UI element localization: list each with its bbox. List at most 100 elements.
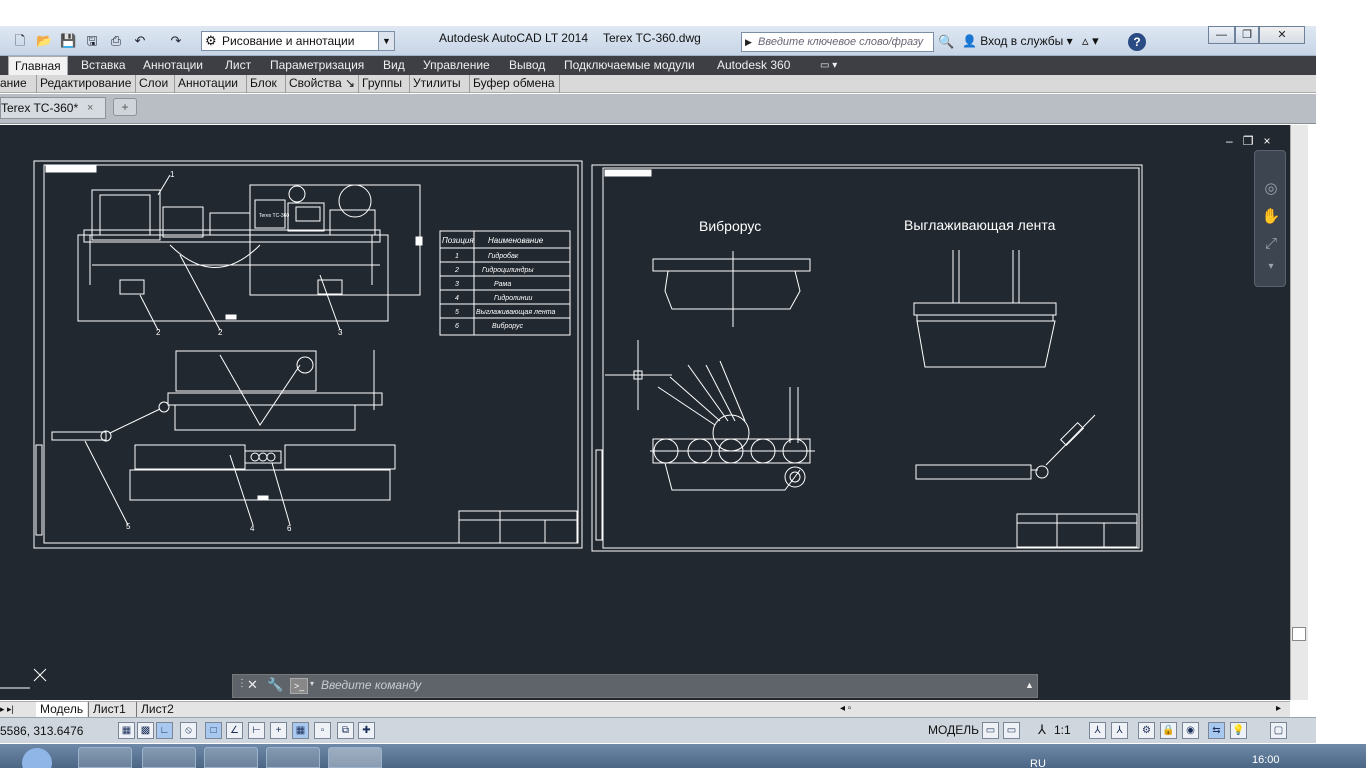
tab-output[interactable]: Вывод — [509, 56, 545, 75]
lineweight-icon[interactable]: ▦ — [292, 722, 309, 739]
clean-screen-icon[interactable]: ▢ — [1270, 722, 1287, 739]
taskbar-autocad[interactable] — [328, 747, 382, 768]
panel-utilities[interactable]: Утилиты — [409, 75, 461, 93]
search-input[interactable]: ▶ Введите ключевое слово/фразу — [741, 32, 934, 52]
save-icon[interactable]: 💾 — [60, 33, 76, 49]
otrack-icon[interactable]: ∠ — [226, 722, 243, 739]
clock[interactable]: 16:00 — [1252, 754, 1280, 766]
workspace-switch-icon[interactable]: ⚙ — [1138, 722, 1155, 739]
minimize-button[interactable]: — — [1208, 26, 1235, 44]
taskbar-explorer[interactable] — [78, 747, 132, 768]
tab-parametric[interactable]: Параметризация — [270, 56, 364, 75]
command-prompt-icon[interactable]: >_ — [290, 678, 308, 694]
open-file-icon[interactable]: 📂 — [36, 33, 52, 49]
new-tab-button[interactable]: + — [113, 98, 137, 116]
tab-layout[interactable]: Лист — [225, 56, 251, 75]
annotation-scale[interactable]: 1:1 — [1054, 723, 1071, 737]
isolate-objects-icon[interactable]: ⇆ — [1208, 722, 1225, 739]
tab-manage[interactable]: Управление — [423, 56, 490, 75]
quick-props-icon[interactable]: ⧉ — [337, 722, 354, 739]
tab-annotate[interactable]: Аннотации — [143, 56, 203, 75]
signin-label: Вход в службы — [980, 34, 1064, 48]
wrench-icon[interactable]: 🔧 — [267, 677, 283, 693]
tab-nav-arrows[interactable]: ▸ ▸| — [0, 702, 14, 717]
hscroll-right[interactable]: ▸ — [1276, 702, 1281, 717]
print-icon[interactable]: ⎙ — [108, 33, 124, 49]
chevron-down-icon[interactable]: ▼ — [378, 32, 394, 50]
chevron-down-icon[interactable]: ▾ — [310, 679, 314, 688]
ortho-icon[interactable]: ∟ — [156, 722, 173, 739]
lock-icon[interactable]: 🔒 — [1160, 722, 1177, 739]
viewport-controls: – ❐ × — [1226, 134, 1271, 148]
tab-sheet1[interactable]: Лист1 — [88, 702, 130, 717]
redo-icon[interactable]: ↷ — [168, 33, 184, 49]
quick-view-drawings-icon[interactable]: ▭ — [1003, 722, 1020, 739]
taskbar-yandex-browser[interactable] — [266, 747, 320, 768]
viewport-minimize[interactable]: – — [1226, 134, 1233, 148]
hardware-accel-icon[interactable]: ◉ — [1182, 722, 1199, 739]
panel-block[interactable]: Блок — [246, 75, 277, 93]
new-file-icon[interactable]: 🗋 — [12, 33, 28, 49]
panel-layers[interactable]: Слои — [135, 75, 168, 93]
file-tab[interactable]: Terex TC-360* × — [0, 97, 106, 119]
start-button[interactable] — [22, 748, 52, 768]
exchange-icon[interactable]: ▵ ▾ — [1082, 33, 1099, 49]
viewport-restore[interactable]: ❐ — [1243, 134, 1254, 148]
save-as-icon[interactable]: 🖫 — [84, 33, 100, 49]
chevron-down-icon[interactable]: ▾ — [1261, 261, 1281, 281]
grid-icon[interactable]: ▩ — [137, 722, 154, 739]
panel-groups[interactable]: Группы — [358, 75, 402, 93]
snap-icon[interactable]: ▦ — [118, 722, 135, 739]
drawing-canvas[interactable]: 1 2 2 3 5 4 6 Terex TC-360 Позиция Наиме… — [0, 125, 1290, 700]
scroll-thumb[interactable] — [1292, 627, 1306, 641]
command-input[interactable]: Введите команду — [321, 678, 421, 692]
dynamic-ucs-icon[interactable]: ⊢ — [248, 722, 265, 739]
tab-model[interactable]: Модель — [36, 702, 88, 717]
hscroll-left[interactable]: ◂ ▫ — [840, 702, 851, 717]
auto-scale-icon[interactable]: ⅄ — [1111, 722, 1128, 739]
panel-clipboard[interactable]: Буфер обмена — [469, 75, 560, 93]
polar-icon[interactable]: ⦸ — [180, 722, 197, 739]
panel-properties[interactable]: Свойства ↘ — [285, 75, 355, 93]
panel-draw[interactable]: ание — [0, 75, 27, 93]
model-space-toggle[interactable]: МОДЕЛЬ — [928, 723, 979, 737]
lightbulb-icon[interactable]: 💡 — [1230, 722, 1247, 739]
viewport-close[interactable]: × — [1263, 134, 1270, 148]
workspace-dropdown[interactable]: ⚙ Рисование и аннотации ▼ — [201, 31, 395, 51]
dynamic-input-icon[interactable]: + — [270, 722, 287, 739]
signin-button[interactable]: 👤 Вход в службы ▾ — [962, 34, 1073, 48]
pan-hand-icon[interactable]: ✋ — [1261, 207, 1281, 227]
grip-icon: ⋮ — [237, 678, 247, 689]
table-cell: Гидролинии — [494, 294, 532, 302]
close-button[interactable]: ✕ — [1259, 26, 1305, 44]
panel-modify[interactable]: Редактирование — [36, 75, 131, 93]
binoculars-icon[interactable]: 🔍 — [938, 34, 954, 50]
zoom-icon[interactable]: ⤢ — [1261, 235, 1281, 255]
annotation-scale-icon[interactable]: ⅄ — [1038, 722, 1046, 738]
quick-view-layouts-icon[interactable]: ▭ — [982, 722, 999, 739]
selection-cycle-icon[interactable]: ✚ — [358, 722, 375, 739]
taskbar-chrome[interactable] — [142, 747, 196, 768]
osnap-icon[interactable]: □ — [205, 722, 222, 739]
transparency-icon[interactable]: ▫ — [314, 722, 331, 739]
tab-view[interactable]: Вид — [383, 56, 405, 75]
annotation-visibility-icon[interactable]: ⅄ — [1089, 722, 1106, 739]
close-icon[interactable]: ✕ — [247, 677, 258, 693]
tab-home[interactable]: Главная — [8, 56, 68, 75]
panel-annotation[interactable]: Аннотации — [174, 75, 238, 93]
tab-plugins[interactable]: Подключаемые модули — [564, 56, 695, 75]
tab-insert[interactable]: Вставка — [81, 56, 126, 75]
video-icon[interactable]: ▭ ▾ — [820, 56, 837, 75]
taskbar-yandex[interactable] — [204, 747, 258, 768]
undo-icon[interactable]: ↶ — [132, 33, 148, 49]
file-tab-bar: Terex TC-360* × + — [0, 94, 1316, 124]
tab-sheet2[interactable]: Лист2 — [136, 702, 178, 717]
chevron-up-icon[interactable]: ▲ — [1025, 680, 1034, 690]
help-button[interactable]: ? — [1128, 33, 1146, 51]
close-icon[interactable]: × — [87, 98, 93, 118]
vertical-scrollbar[interactable] — [1290, 125, 1308, 700]
maximize-button[interactable]: ❐ — [1235, 26, 1259, 44]
steering-wheel-icon[interactable]: ◎ — [1261, 179, 1281, 199]
tab-autodesk360[interactable]: Autodesk 360 — [717, 56, 790, 75]
language-indicator[interactable]: RU — [1030, 758, 1046, 768]
